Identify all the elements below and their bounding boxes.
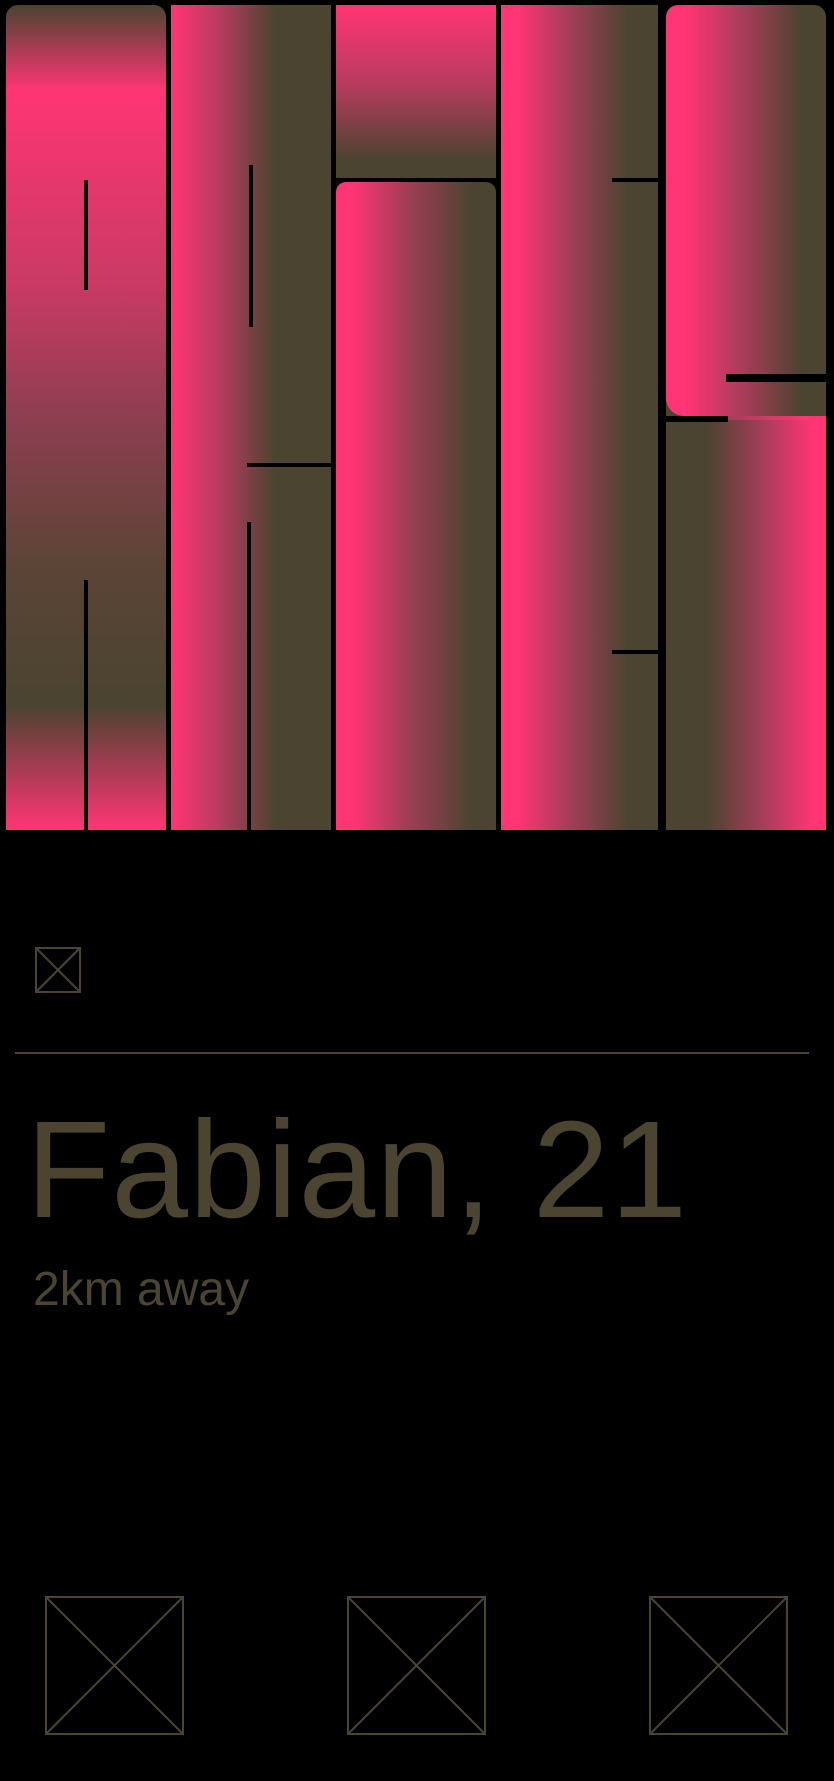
photo-panel [666,5,826,416]
photo-divider [84,180,88,290]
divider [15,1052,809,1054]
photo-divider [0,830,834,835]
photo-panel [336,182,496,830]
photo-panel [501,5,661,830]
photo-divider [249,165,253,327]
action-button-left[interactable] [45,1596,184,1735]
image-placeholder-icon[interactable] [35,947,81,993]
photo-divider [247,463,331,467]
photo-panel [171,5,331,830]
photo-divider [726,374,826,382]
image-placeholder-icon [347,1596,486,1735]
photo-divider [612,178,661,182]
action-button-center[interactable] [347,1596,486,1735]
image-placeholder-icon [649,1596,788,1735]
photo-divider [612,650,661,654]
photo-divider [247,522,251,830]
photo-panel [336,5,496,178]
photo-divider [666,416,728,422]
profile-name-age: Fabian, 21 [26,1093,689,1247]
image-placeholder-icon [45,1596,184,1735]
photo-divider [84,580,88,830]
profile-photo[interactable] [0,0,834,835]
photo-panel [666,380,826,830]
action-button-right[interactable] [649,1596,788,1735]
photo-divider [658,0,666,830]
profile-distance: 2km away [33,1263,250,1316]
